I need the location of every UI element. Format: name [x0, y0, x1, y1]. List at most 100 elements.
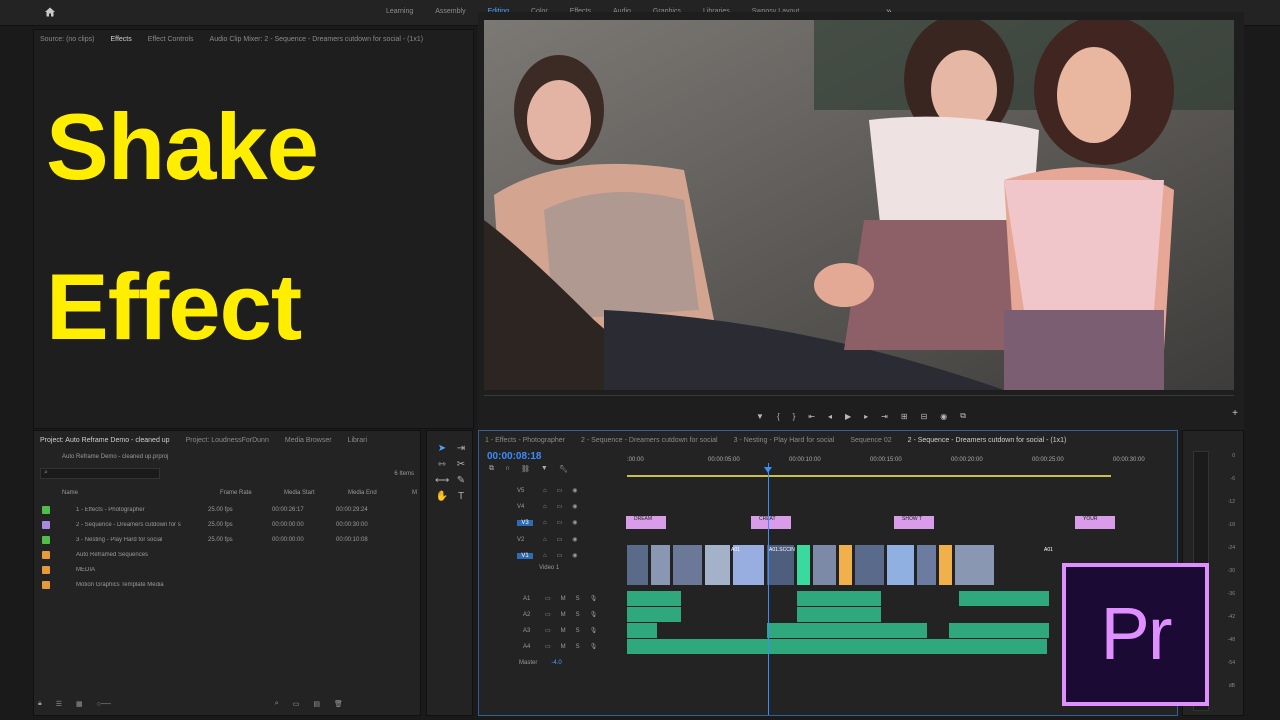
eye-icon[interactable]: ◉ [572, 503, 577, 510]
project-row[interactable]: 3 - Nesting - Play Hard for social 25.00 … [42, 532, 416, 547]
video-clip[interactable] [887, 545, 915, 585]
source-panel-tab[interactable]: Source: (no clips) [40, 36, 94, 43]
sync-icon[interactable]: ▭ [557, 536, 563, 543]
audio-track-header[interactable]: A4 ▭ M S 🎙︎ [479, 639, 627, 654]
home-icon[interactable] [44, 6, 56, 18]
playhead[interactable] [768, 463, 769, 715]
sync-icon[interactable]: ▭ [557, 519, 563, 526]
track-label[interactable]: A3 [523, 628, 535, 634]
go-to-in-icon[interactable]: ⇤ [808, 412, 815, 421]
linked-selection-icon[interactable]: ⛓ [521, 465, 530, 473]
slip-tool-icon[interactable]: ⟷ [435, 475, 449, 487]
graphics-clip[interactable]: DREAM [626, 516, 666, 529]
project-column[interactable]: Media End [348, 490, 377, 496]
project-row[interactable]: 2 - Sequence - Dreamers cutdown for s 25.… [42, 517, 416, 532]
sync-icon[interactable]: ▭ [545, 595, 551, 602]
eye-icon[interactable]: ◉ [572, 487, 577, 494]
program-scrubber[interactable] [484, 393, 1234, 396]
step-forward-icon[interactable]: ▸ [864, 412, 868, 421]
mute-button[interactable]: M [561, 628, 566, 634]
video-track-header[interactable]: V1 ⌂ ▭ ◉ [479, 548, 627, 563]
timeline-tab[interactable]: Sequence 02 [850, 437, 891, 444]
add-button-icon[interactable]: + [1232, 408, 1238, 419]
video-track-header[interactable]: V5 ⌂ ▭ ◉ [479, 483, 627, 498]
track-label[interactable]: V2 [517, 537, 533, 543]
track-label[interactable]: V1 [517, 552, 533, 559]
razor-tool-icon[interactable]: ✂ [454, 459, 468, 471]
project-row[interactable]: MEDIA [42, 562, 416, 577]
video-clip[interactable] [855, 545, 885, 585]
sync-icon[interactable]: ▭ [545, 611, 551, 618]
new-bin-icon[interactable]: ▭ [293, 700, 300, 708]
solo-button[interactable]: S [576, 628, 580, 634]
nest-icon[interactable]: ⧉ [489, 465, 494, 473]
project-tab[interactable]: Media Browser [285, 437, 332, 444]
lift-icon[interactable]: ⊞ [901, 412, 908, 421]
lock-icon[interactable]: ⌂ [543, 520, 547, 526]
sync-icon[interactable]: ▭ [557, 503, 563, 510]
project-row[interactable]: Auto Reframed Sequences [42, 547, 416, 562]
timeline-tab[interactable]: 2 - Sequence - Dreamers cutdown for soci… [581, 437, 718, 444]
audio-clip[interactable] [627, 591, 681, 606]
pen-tool-icon[interactable]: ✎ [454, 475, 468, 487]
sync-icon[interactable]: ▭ [557, 552, 563, 559]
timeline-timecode[interactable]: 00:00:08:18 [487, 451, 541, 462]
track-label[interactable]: A2 [523, 612, 535, 618]
audio-clip[interactable] [797, 591, 881, 606]
track-select-tool-icon[interactable]: ⇥ [454, 443, 468, 455]
master-volume-value[interactable]: -4.0 [551, 660, 561, 666]
lock-icon[interactable]: 🔒︎ [38, 700, 42, 708]
zoom-slider[interactable]: ○── [97, 701, 111, 708]
audio-clip[interactable] [627, 639, 1047, 654]
audio-track-header[interactable]: A3 ▭ M S 🎙︎ [479, 623, 627, 638]
eye-icon[interactable]: ◉ [572, 536, 577, 543]
trash-icon[interactable]: 🗑︎ [334, 700, 343, 708]
sync-icon[interactable]: ▭ [545, 643, 551, 650]
track-label[interactable]: A1 [523, 596, 535, 602]
comparison-view-icon[interactable]: ⧉ [960, 411, 966, 421]
source-panel-tab[interactable]: Effects [110, 36, 131, 43]
sync-icon[interactable]: ▭ [557, 487, 563, 494]
audio-track-header[interactable]: A2 ▭ M S 🎙︎ [479, 607, 627, 622]
mark-out-icon[interactable]: } [793, 412, 796, 421]
audio-clip[interactable] [627, 623, 657, 638]
lock-icon[interactable]: ⌂ [543, 553, 547, 559]
video-clip[interactable] [627, 545, 649, 585]
audio-clip[interactable] [959, 591, 1049, 606]
hand-tool-icon[interactable]: ✋ [435, 491, 449, 503]
project-search-input[interactable]: ⌕ [40, 468, 160, 479]
playhead-handle[interactable] [764, 467, 772, 473]
list-view-icon[interactable]: ☰ [56, 700, 62, 708]
project-tab[interactable]: Project: LoudnessForDunn [186, 437, 269, 444]
add-marker-icon[interactable]: ▼ [541, 465, 548, 473]
mark-in-icon[interactable]: { [777, 412, 780, 421]
project-column[interactable]: M [412, 490, 417, 496]
timeline-ruler[interactable]: :00:00 00:00:05:00 00:00:10:00 00:00:15:00 0… [627, 457, 1167, 473]
search-bins-icon[interactable]: ⌕ [275, 700, 279, 708]
mic-icon[interactable]: 🎙︎ [590, 595, 598, 602]
video-clip[interactable] [839, 545, 853, 585]
graphics-clip[interactable]: CREAT [751, 516, 791, 529]
solo-button[interactable]: S [576, 644, 580, 650]
project-tab[interactable]: Librari [348, 437, 367, 444]
track-label[interactable]: V3 [517, 519, 533, 526]
sync-icon[interactable]: ▭ [545, 627, 551, 634]
lock-icon[interactable]: ⌂ [543, 504, 547, 510]
video-clip[interactable] [797, 545, 811, 585]
video-clip[interactable] [673, 545, 703, 585]
video-clip[interactable] [813, 545, 837, 585]
go-to-out-icon[interactable]: ⇥ [881, 412, 888, 421]
track-label[interactable]: V5 [517, 488, 533, 494]
project-column[interactable]: Name [62, 490, 78, 496]
project-row[interactable]: 1 - Effects - Photographer 25.00 fps 00:00… [42, 502, 416, 517]
timeline-tab[interactable]: 3 - Nesting - Play Hard for social [734, 437, 835, 444]
snap-icon[interactable]: ∩ [505, 465, 510, 473]
timeline-tab[interactable]: 1 - Effects - Photographer [485, 437, 565, 444]
audio-clip[interactable] [797, 607, 881, 622]
audio-clip[interactable] [949, 623, 1049, 638]
solo-button[interactable]: S [576, 596, 580, 602]
mic-icon[interactable]: 🎙︎ [590, 627, 598, 634]
project-row[interactable]: Motion Graphics Template Media [42, 577, 416, 592]
video-track-header[interactable]: V3 ⌂ ▭ ◉ [479, 515, 627, 530]
mic-icon[interactable]: 🎙︎ [590, 611, 598, 618]
